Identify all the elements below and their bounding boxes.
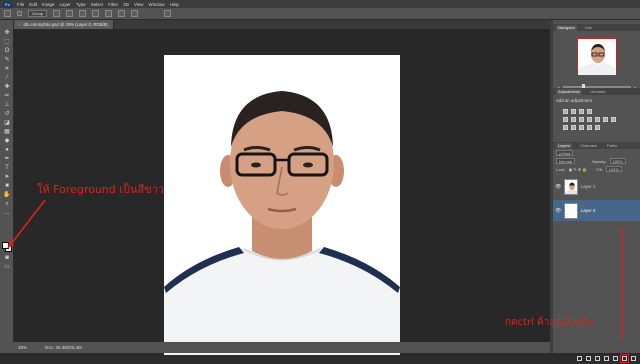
- layers-footer: [553, 353, 640, 364]
- layer-style-icon[interactable]: [586, 356, 591, 361]
- annotation-overlay: [7, 199, 623, 340]
- add-mask-icon[interactable]: [595, 356, 600, 361]
- new-group-icon[interactable]: [613, 356, 618, 361]
- foreground-arrow-line: [7, 199, 46, 249]
- foreground-annotation: ให้ Foreground เป็นสีขาว: [37, 183, 165, 196]
- link-layers-icon[interactable]: [577, 356, 582, 361]
- new-adjustment-layer-icon[interactable]: [604, 356, 609, 361]
- delete-layer-icon[interactable]: [631, 356, 636, 361]
- new-layer-icon[interactable]: [620, 354, 629, 363]
- ctrl-click-annotation: กดctrl ค้าง แล้วคลิก: [505, 317, 595, 328]
